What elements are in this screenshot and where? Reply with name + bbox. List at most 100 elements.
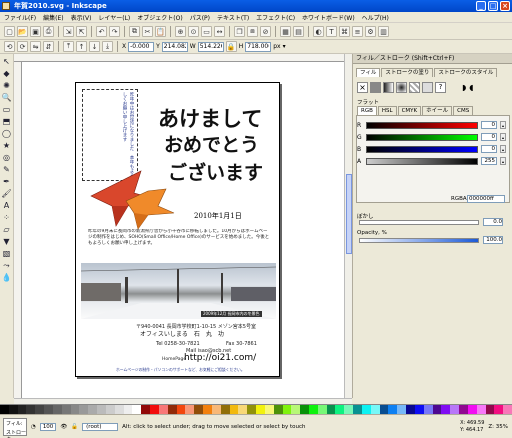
opacity-value[interactable]: 100.0 [483, 236, 503, 244]
zoom-selection-icon[interactable]: ⊕ [175, 26, 186, 37]
fill-rule-evenodd-icon[interactable]: ◗ [462, 83, 466, 92]
spiral-icon[interactable]: ◎ [1, 152, 12, 163]
eraser-icon[interactable]: ▱ [1, 224, 12, 235]
document-properties-icon[interactable]: ▥ [378, 26, 389, 37]
paste-icon[interactable]: 📋 [155, 26, 166, 37]
align-distribute-icon[interactable]: ≡ [352, 26, 363, 37]
radial-gradient-icon[interactable] [396, 82, 407, 93]
ungroup-icon[interactable]: ▤ [293, 26, 304, 37]
linear-gradient-icon[interactable] [383, 82, 394, 93]
import-icon[interactable]: ⇲ [63, 26, 74, 37]
blur-slider[interactable] [359, 220, 479, 225]
menu-layer[interactable]: レイヤー(L) [98, 13, 130, 22]
g-spin-icon[interactable]: ▴ [500, 133, 506, 141]
text-font-icon[interactable]: T [326, 26, 337, 37]
origami-cranes-image[interactable] [86, 161, 176, 231]
lock-ratio-icon[interactable]: 🔒 [225, 41, 237, 52]
status-opacity[interactable]: 100 [39, 422, 57, 431]
r-slider-bar[interactable] [366, 121, 478, 129]
zoom-readout[interactable]: Z: 35% [488, 424, 508, 430]
lower-bottom-icon[interactable]: ⤓ [102, 41, 113, 52]
vertical-scrollbar[interactable] [344, 54, 352, 398]
tab-cmyk[interactable]: CMYK [397, 106, 422, 115]
group-icon[interactable]: ▦ [280, 26, 291, 37]
fax-text[interactable]: Fax 30-7861 [226, 341, 257, 347]
rotate-cw-icon[interactable]: ⟳ [17, 41, 28, 52]
flat-color-icon[interactable] [370, 82, 381, 93]
pencil-icon[interactable]: ✎ [1, 164, 12, 175]
greeting-line-2[interactable]: おめでとう [164, 130, 259, 157]
unit-select[interactable]: px ▾ [273, 43, 285, 50]
tab-wheel[interactable]: ホイール [422, 106, 453, 115]
lower-icon[interactable]: ↓ [89, 41, 100, 52]
save-icon[interactable]: ▣ [30, 26, 41, 37]
raise-icon[interactable]: ↑ [76, 41, 87, 52]
zoom-page-icon[interactable]: ▭ [201, 26, 212, 37]
layer-eye-icon[interactable]: 👁 [60, 424, 67, 430]
body-paragraph[interactable]: 昨年の9月末に長岡市の新潟県庁舎から小千谷市に移転しました。10月からはホームペ… [88, 229, 270, 263]
minimize-button[interactable]: _ [476, 1, 486, 11]
date-text[interactable]: 2010年1月1日 [194, 211, 242, 221]
greeting-line-3[interactable]: ございます [168, 158, 263, 185]
preferences-icon[interactable]: ⚙ [365, 26, 376, 37]
rotate-ccw-icon[interactable]: ⟲ [4, 41, 15, 52]
tab-hsl[interactable]: HSL [377, 106, 397, 115]
export-icon[interactable]: ⇱ [76, 26, 87, 37]
b-slider-bar[interactable] [366, 145, 478, 153]
slider-b[interactable]: B 0 ▴ [357, 144, 509, 154]
b-spin-icon[interactable]: ▴ [500, 145, 506, 153]
xml-editor-icon[interactable]: ⌘ [339, 26, 350, 37]
blur-value[interactable]: 0.0 [483, 218, 503, 226]
tab-cms[interactable]: CMS [453, 106, 474, 115]
dropper-icon[interactable]: 💧 [1, 272, 12, 283]
homepage-url[interactable]: http://oi21.com/ [184, 353, 256, 363]
h-input[interactable] [245, 41, 272, 52]
a-value[interactable]: 255 [481, 157, 497, 165]
menu-help[interactable]: ヘルプ(H) [362, 13, 389, 22]
unset-icon[interactable]: ? [435, 82, 446, 93]
greeting-line-1[interactable]: あけまして [158, 103, 262, 133]
fill-rule-nonzero-icon[interactable]: ◖ [469, 83, 473, 92]
selector-icon[interactable]: ↖ [1, 56, 12, 67]
g-value[interactable]: 0 [481, 133, 497, 141]
tel-text[interactable]: Tel 0258-30-7821 [156, 341, 200, 347]
gradient-icon[interactable]: ▧ [1, 248, 12, 259]
x-input[interactable] [128, 41, 155, 52]
text-icon[interactable]: A [1, 200, 12, 211]
maximize-button[interactable]: □ [488, 1, 498, 11]
fill-stroke-indicator[interactable]: フィル: ストローク: [3, 417, 27, 438]
spray-icon[interactable]: ⁘ [1, 212, 12, 223]
pattern-icon[interactable] [409, 82, 420, 93]
redo-icon[interactable]: ↷ [109, 26, 120, 37]
a-spin-icon[interactable]: ▴ [500, 157, 506, 165]
flip-vertical-icon[interactable]: ⇵ [43, 41, 54, 52]
address-text[interactable]: 〒940-0041 長岡市学校町1-10-15 メゾン宮本5号室 [136, 324, 256, 330]
clone-icon[interactable]: ⧈ [247, 26, 258, 37]
g-slider-bar[interactable] [366, 133, 478, 141]
zoom-width-icon[interactable]: ↔ [214, 26, 225, 37]
raise-top-icon[interactable]: ⤒ [63, 41, 74, 52]
w-input[interactable] [197, 41, 224, 52]
r-spin-icon[interactable]: ▴ [500, 121, 506, 129]
layer-select[interactable]: (root) [82, 422, 119, 431]
a-slider-bar[interactable] [366, 157, 478, 165]
fill-stroke-icon[interactable]: ◐ [313, 26, 324, 37]
zoom-icon[interactable]: 🔍 [1, 92, 12, 103]
connector-icon[interactable]: ⤳ [1, 260, 12, 271]
winter-photo[interactable]: 2009年12月 長岡市内の冬景色 [81, 263, 276, 319]
close-button[interactable]: × [500, 1, 510, 11]
r-value[interactable]: 0 [481, 121, 497, 129]
unlink-clone-icon[interactable]: ⊘ [260, 26, 271, 37]
tab-fill[interactable]: フィル [356, 68, 381, 77]
menu-object[interactable]: オブジェクト(O) [137, 13, 182, 22]
flip-horizontal-icon[interactable]: ⇋ [30, 41, 41, 52]
new-document-icon[interactable]: ▢ [4, 26, 15, 37]
no-paint-icon[interactable]: × [357, 82, 368, 93]
zoom-drawing-icon[interactable]: ⊙ [188, 26, 199, 37]
slider-g[interactable]: G 0 ▴ [357, 132, 509, 142]
rectangle-icon[interactable]: ▭ [1, 104, 12, 115]
vertical-ruler[interactable] [14, 62, 22, 398]
duplicate-icon[interactable]: ❐ [234, 26, 245, 37]
document-page[interactable]: 昨年中はお世話になりました 本年もよろしくお願い申し上げます あけまして おめで… [75, 82, 280, 377]
menu-text[interactable]: テキスト(T) [217, 13, 249, 22]
